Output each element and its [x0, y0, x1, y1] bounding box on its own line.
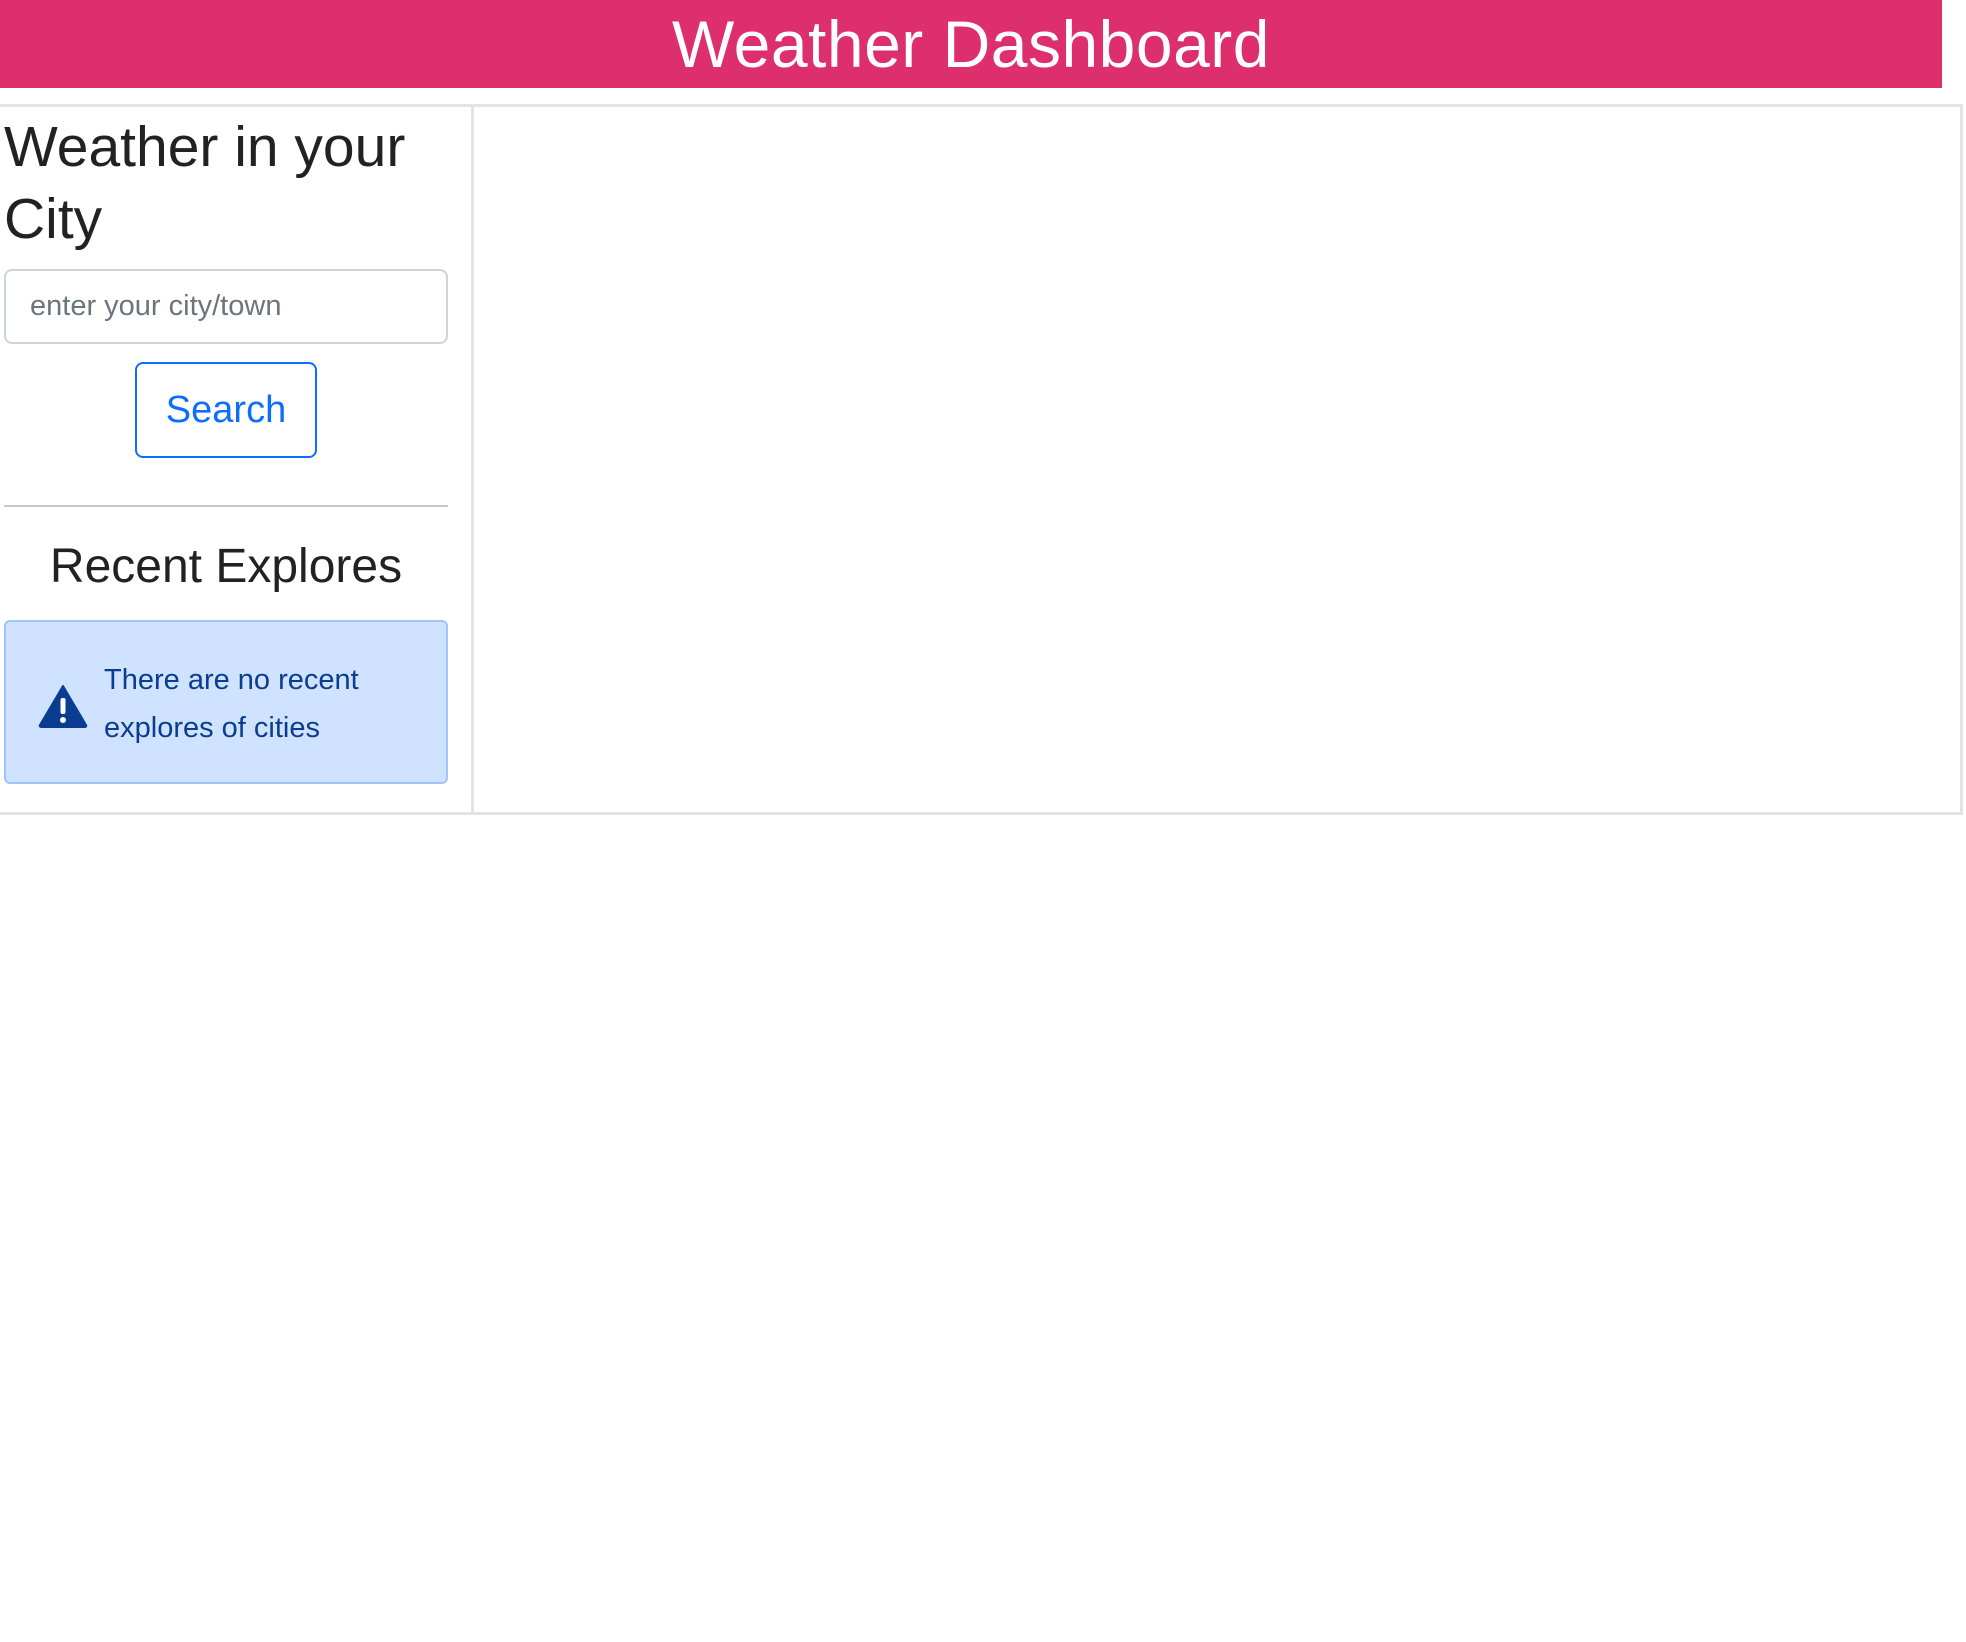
recent-explores-heading: Recent Explores [49, 540, 403, 593]
city-search-input[interactable] [4, 269, 448, 344]
warning-triangle-icon [38, 685, 88, 728]
sidebar-divider [4, 505, 448, 507]
page-title: Weather Dashboard [672, 7, 1270, 81]
search-button[interactable]: Search [135, 362, 317, 458]
search-sidebar: Weather in your City Search Recent Explo… [0, 107, 474, 812]
dashboard-main: Weather in your City Search Recent Explo… [0, 104, 1963, 815]
search-heading: Weather in your City [4, 115, 406, 251]
app-header: Weather Dashboard [0, 0, 1942, 88]
weather-content-area [474, 107, 1963, 812]
no-recent-alert: There are no recent explores of cities [4, 620, 448, 784]
alert-message: There are no recent explores of cities [104, 664, 359, 744]
